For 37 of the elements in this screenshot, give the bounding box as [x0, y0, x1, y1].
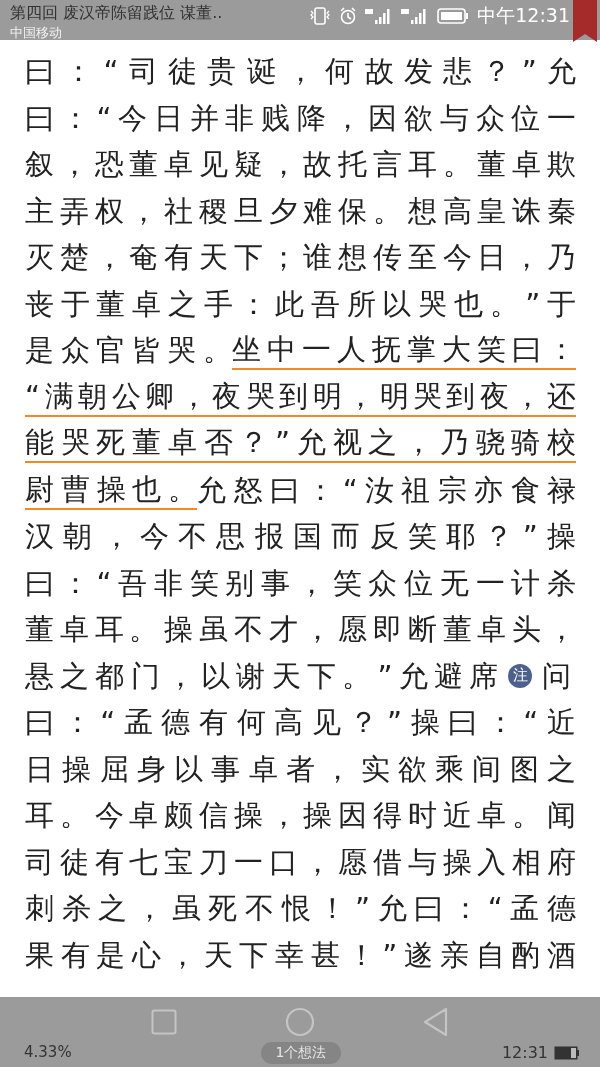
battery-icon [437, 8, 470, 24]
alarm-icon [339, 7, 358, 25]
text-line: 曰：“今日并非贱降，因欲与众位一 [25, 99, 576, 137]
text-line: 耳。今卓颇信操，操因得时近卓。闻 [25, 797, 576, 835]
text-line: 问 [542, 657, 573, 695]
text-line: 丧于董卓之手：此吾所以哭也。”于 [25, 285, 576, 323]
text-line: 曰：“吾非笑别事，笑众位无一计杀 [25, 564, 576, 602]
clock-time: 中午12:31 [477, 3, 570, 28]
recent-apps-icon[interactable] [151, 1009, 177, 1035]
vibrate-icon [309, 7, 332, 25]
text-line: 悬之都门，以谢天下。”允避席 [25, 657, 499, 695]
underlined-text: 尉曹操也。 [25, 469, 198, 510]
text-line: 允怒曰：“汝祖宗亦食禄 [197, 471, 576, 509]
text-line: 董卓耳。操虽不才，愿即断董卓头， [25, 611, 576, 649]
bookmark-icon[interactable] [573, 0, 597, 42]
annotation-marker[interactable]: 注 [508, 663, 533, 688]
text-line: 刺杀之，虽死不恨！”允曰：“孟德 [25, 890, 576, 928]
text-line: 灭楚，奄有天下；谁想传至今日，乃 [25, 239, 576, 277]
text-line: 果有是心，天下幸甚！”遂亲自酌酒 [25, 936, 576, 974]
percent-read-text: 4.33% [24, 1043, 72, 1061]
text-line: 司徒有七宝刀一口，愿借与操入相府 [25, 843, 576, 881]
back-icon[interactable] [423, 1007, 449, 1037]
text-line: 曰：“孟德有何高见？”操曰：“近 [25, 704, 576, 742]
underlined-text: “满朝公卿，夜哭到明，明哭到夜，还 [25, 376, 576, 417]
battery-icon [554, 1045, 580, 1060]
text-line: 汉朝，今不思报国而反笑耶？”操 [25, 518, 576, 556]
clock-time: 12:31 [501, 1043, 548, 1062]
text-line: 曰：“司徒贵诞，何故发悲？”允 [25, 53, 576, 91]
text-line: 主弄权，社稷旦夕难保。想高皇诛秦 [25, 192, 576, 230]
underlined-text: 能哭死董卓否？”允视之，乃骁骑校 [25, 423, 576, 464]
text-line: 是众官皆哭。 [25, 332, 232, 370]
book-title: 第四回 废汉帝陈留践位 谋董.. [10, 3, 224, 24]
text-line: 叙，恐董卓见疑，故托言耳。董卓欺 [25, 146, 576, 184]
carrier-name: 中国移动 [10, 24, 63, 42]
text-line: 日操屈身以事卓者，实欲乘间图之 [25, 750, 576, 788]
home-icon[interactable] [285, 1007, 315, 1037]
underlined-text: 坐中一人抚掌大笑曰： [231, 330, 576, 371]
